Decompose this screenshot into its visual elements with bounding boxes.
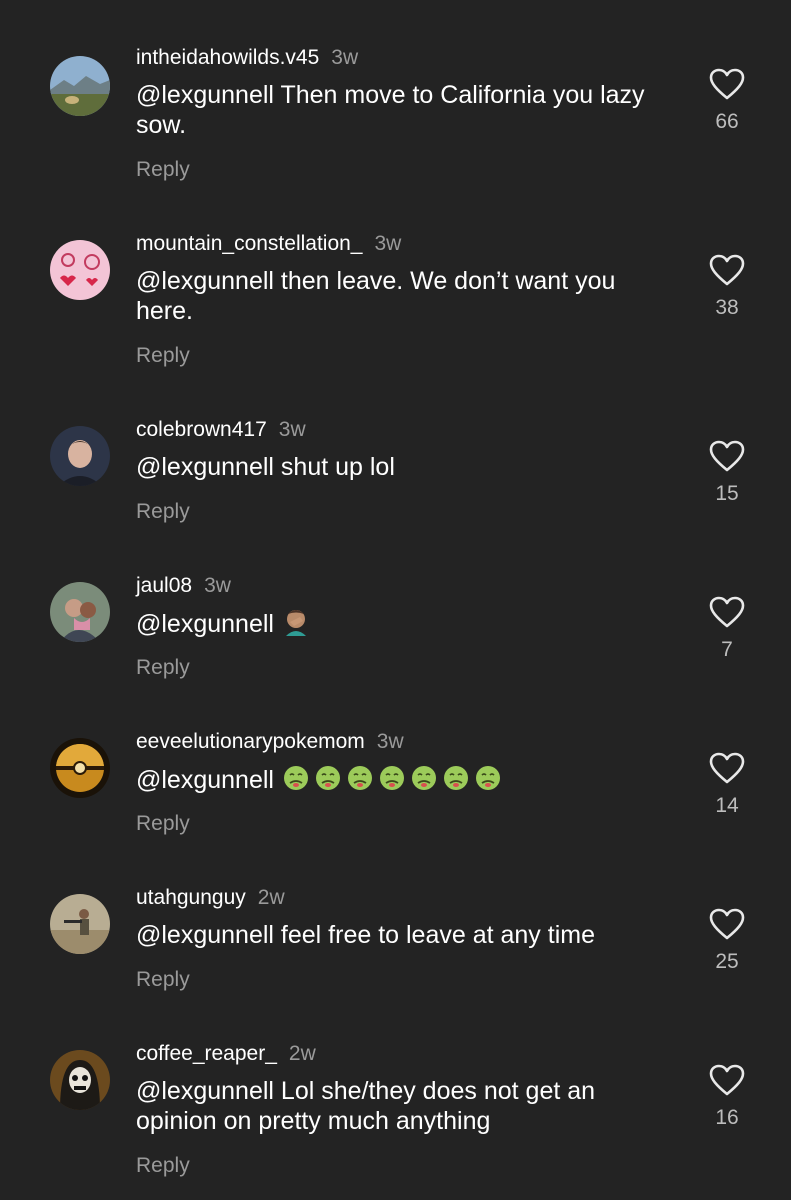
nauseated-face-emoji (409, 764, 439, 799)
reply-button[interactable]: Reply (136, 656, 190, 680)
user-avatar[interactable] (50, 738, 110, 798)
comment-header: colebrown417 3w (136, 418, 306, 442)
mention-link[interactable]: @lexgunnell (136, 610, 274, 638)
like-button[interactable] (706, 254, 748, 286)
comment-text: @lexgunnell feel free to leave at any ti… (136, 920, 676, 950)
heart-icon (709, 908, 745, 940)
like-count: 14 (715, 794, 739, 817)
like-button[interactable] (706, 752, 748, 784)
username[interactable]: mountain_constellation_ (136, 232, 363, 255)
heart-icon (709, 254, 745, 286)
facepalm-emoji (281, 608, 311, 643)
like-button[interactable] (706, 596, 748, 628)
comment-age: 3w (374, 232, 402, 255)
comment-header: intheidahowilds.v45 3w (136, 46, 358, 70)
comment-age: 3w (331, 46, 359, 69)
comment-body: feel free to leave at any time (280, 921, 595, 949)
comment-list: intheidahowilds.v45 3w @lexgunnell Then m… (0, 0, 791, 1200)
comment-item: coffee_reaper_ 2w @lexgunnell Lol she/the… (0, 1042, 791, 1192)
username[interactable]: utahgunguy (136, 886, 246, 909)
mention-link[interactable]: @lexgunnell (136, 921, 274, 949)
comment-age: 3w (376, 730, 404, 753)
nauseated-face-emoji (281, 764, 311, 799)
reply-button[interactable]: Reply (136, 344, 190, 368)
nauseated-face-emoji (473, 764, 503, 799)
mention-link[interactable]: @lexgunnell (136, 267, 274, 295)
heart-icon (709, 1064, 745, 1096)
comment-text: @lexgunnell (136, 608, 676, 643)
like-count: 16 (715, 1106, 739, 1129)
username[interactable]: eeveelutionarypokemom (136, 730, 365, 753)
heart-icon (709, 752, 745, 784)
user-avatar[interactable] (50, 426, 110, 486)
like-count: 15 (715, 482, 739, 505)
reply-button[interactable]: Reply (136, 1154, 190, 1178)
user-avatar[interactable] (50, 240, 110, 300)
reply-button[interactable]: Reply (136, 158, 190, 182)
comment-text: @lexgunnell Lol she/they does not get an… (136, 1076, 656, 1136)
mention-link[interactable]: @lexgunnell (136, 81, 274, 109)
comment-header: eeveelutionarypokemom 3w (136, 730, 404, 754)
comment-text: @lexgunnell Then move to California you … (136, 80, 676, 140)
heart-icon (709, 68, 745, 100)
like-button[interactable] (706, 908, 748, 940)
user-avatar[interactable] (50, 56, 110, 116)
emoji-row (281, 766, 505, 794)
user-avatar[interactable] (50, 1050, 110, 1110)
nauseated-face-emoji (345, 764, 375, 799)
comment-age: 2w (288, 1042, 316, 1065)
comment-text: @lexgunnell shut up lol (136, 452, 676, 482)
nauseated-face-emoji (441, 764, 471, 799)
comment-header: jaul08 3w (136, 574, 231, 598)
comment-item: eeveelutionarypokemom 3w @lexgunnell Repl… (0, 730, 791, 850)
heart-icon (709, 596, 745, 628)
comment-item: colebrown417 3w @lexgunnell shut up lol R… (0, 418, 791, 538)
comment-header: mountain_constellation_ 3w (136, 232, 401, 256)
comment-header: utahgunguy 2w (136, 886, 285, 910)
comment-item: utahgunguy 2w @lexgunnell feel free to le… (0, 886, 791, 1006)
comment-text: @lexgunnell then leave. We don’t want yo… (136, 266, 676, 326)
mention-link[interactable]: @lexgunnell (136, 1077, 274, 1105)
nauseated-face-emoji (313, 764, 343, 799)
user-avatar[interactable] (50, 582, 110, 642)
comment-age: 3w (278, 418, 306, 441)
username[interactable]: intheidahowilds.v45 (136, 46, 319, 69)
like-count: 38 (715, 296, 739, 319)
user-avatar[interactable] (50, 894, 110, 954)
heart-icon (709, 440, 745, 472)
nauseated-face-emoji (377, 764, 407, 799)
like-count: 7 (721, 638, 733, 661)
comment-item: intheidahowilds.v45 3w @lexgunnell Then m… (0, 46, 791, 196)
comment-header: coffee_reaper_ 2w (136, 1042, 316, 1066)
comment-age: 2w (257, 886, 285, 909)
username[interactable]: jaul08 (136, 574, 192, 597)
reply-button[interactable]: Reply (136, 968, 190, 992)
mention-link[interactable]: @lexgunnell (136, 766, 274, 794)
reply-button[interactable]: Reply (136, 500, 190, 524)
comment-item: mountain_constellation_ 3w @lexgunnell th… (0, 232, 791, 382)
like-button[interactable] (706, 68, 748, 100)
comment-age: 3w (204, 574, 231, 597)
comment-item: jaul08 3w @lexgunnell Reply 7 (0, 574, 791, 694)
like-count: 25 (715, 950, 739, 973)
mention-link[interactable]: @lexgunnell (136, 453, 274, 481)
username[interactable]: colebrown417 (136, 418, 267, 441)
like-count: 66 (715, 110, 739, 133)
like-button[interactable] (706, 1064, 748, 1096)
username[interactable]: coffee_reaper_ (136, 1042, 277, 1065)
comment-text: @lexgunnell (136, 764, 676, 799)
reply-button[interactable]: Reply (136, 812, 190, 836)
comment-body: shut up lol (280, 453, 395, 481)
like-button[interactable] (706, 440, 748, 472)
